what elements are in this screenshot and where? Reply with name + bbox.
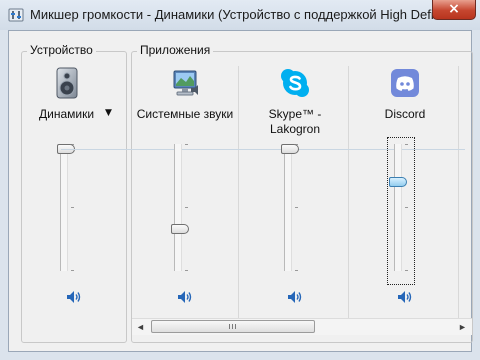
- window-title: Микшер громкости - Динамики (Устройство …: [30, 7, 459, 22]
- app-label-system-sounds: Системные звуки: [136, 107, 234, 121]
- close-button[interactable]: ×: [432, 0, 476, 20]
- system-sounds-mute-button[interactable]: [177, 290, 193, 304]
- discord-volume-ticks: [405, 144, 408, 271]
- mixer-client-area: Устройство Приложения Динамики ▼ Системн…: [8, 30, 473, 352]
- skype-mute-button[interactable]: [287, 290, 303, 304]
- column-separator: [238, 66, 239, 318]
- discord-volume-track[interactable]: [394, 144, 402, 271]
- skype-volume-thumb[interactable]: [281, 144, 299, 154]
- column-separator: [348, 66, 349, 318]
- close-icon: ×: [448, 1, 460, 17]
- volume-mixer-window: Микшер громкости - Динамики (Устройство …: [0, 0, 480, 360]
- discord-mute-button[interactable]: [397, 290, 413, 304]
- applications-scrollbar[interactable]: ◄ ►: [132, 318, 472, 335]
- device-selector[interactable]: Динамики ▼: [31, 107, 131, 123]
- app-label-skype: Skype™ - Lakogron: [268, 107, 322, 136]
- device-mute-button[interactable]: [66, 290, 82, 304]
- discord-volume-thumb[interactable]: [389, 177, 407, 187]
- speaker-volume-icon: [288, 291, 302, 303]
- discord-icon[interactable]: [389, 67, 421, 99]
- skype-volume-track[interactable]: [284, 144, 292, 271]
- device-volume-ticks: [71, 144, 74, 271]
- speaker-volume-icon: [178, 291, 192, 303]
- skype-volume-ticks: [295, 144, 298, 271]
- system-sounds-volume-ticks: [185, 144, 188, 271]
- mixer-app-icon: [8, 7, 24, 23]
- system-sounds-volume-thumb[interactable]: [171, 224, 189, 234]
- scroll-left-arrow[interactable]: ◄: [132, 319, 149, 335]
- skype-icon[interactable]: [279, 67, 311, 99]
- column-separator: [458, 66, 459, 318]
- device-volume-track[interactable]: [60, 144, 68, 271]
- speaker-volume-icon: [398, 291, 412, 303]
- speaker-icon[interactable]: [51, 67, 83, 99]
- app-label-discord: Discord: [384, 107, 426, 121]
- title-bar[interactable]: Микшер громкости - Динамики (Устройство …: [0, 0, 480, 30]
- scrollbar-thumb[interactable]: [151, 320, 315, 333]
- device-name: Динамики: [39, 107, 95, 121]
- device-group-label: Устройство: [27, 43, 96, 57]
- scroll-right-arrow[interactable]: ►: [454, 319, 471, 335]
- applications-group-label: Приложения: [137, 43, 214, 57]
- speaker-volume-icon: [67, 291, 81, 303]
- chevron-down-icon: ▼: [105, 108, 112, 118]
- system-sounds-volume-track[interactable]: [174, 144, 182, 271]
- system-sounds-icon[interactable]: [169, 67, 201, 99]
